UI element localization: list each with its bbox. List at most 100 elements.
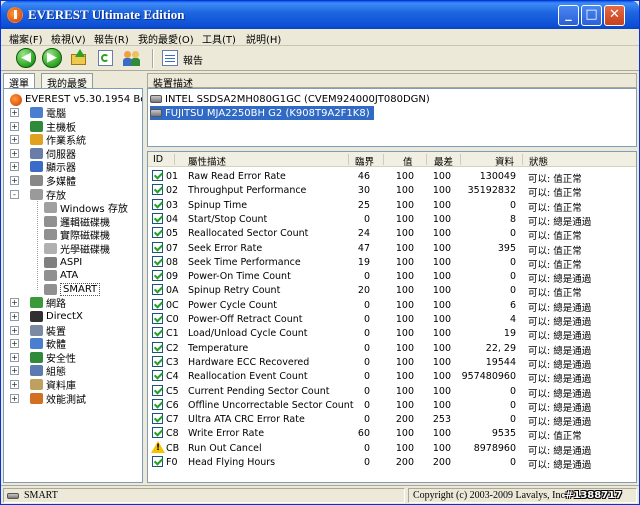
smart-attribute-table[interactable]: ID 屬性描述 臨界 值 最差 資料 狀態 01 Raw Read Error R… [147, 151, 637, 483]
tree-item[interactable]: + DirectX [10, 310, 83, 323]
expand-icon[interactable]: + [10, 135, 19, 145]
col-worst[interactable]: 最差 [434, 154, 453, 168]
tree-item[interactable]: ASPI [44, 256, 82, 269]
checkbox-icon[interactable] [152, 255, 163, 267]
collapse-icon[interactable]: - [10, 189, 19, 199]
expand-icon[interactable]: + [10, 393, 19, 403]
tree-item[interactable]: SMART [44, 282, 101, 296]
tab-favorites[interactable]: 我的最愛 [41, 73, 93, 90]
table-row[interactable]: C1 Load/Unload Cycle Count 0 100 100 19 可以: 總是… [148, 326, 636, 342]
tree-item[interactable]: + 顯示器 [10, 160, 76, 174]
maximize-button[interactable]: □ [581, 5, 602, 26]
checkbox-icon[interactable] [152, 270, 163, 282]
expand-icon[interactable]: + [10, 298, 19, 308]
checkbox-icon[interactable] [152, 398, 163, 410]
checkbox-icon[interactable] [152, 355, 163, 367]
users-icon[interactable] [122, 48, 142, 68]
minimize-button[interactable]: _ [558, 5, 579, 26]
checkbox-icon[interactable] [152, 298, 163, 310]
tree-item[interactable]: 邏輯磁碟機 [44, 215, 110, 229]
col-data[interactable]: 資料 [495, 154, 514, 168]
report-button-label[interactable]: 報告 [183, 52, 203, 67]
checkbox-icon[interactable] [152, 313, 163, 324]
checkbox-icon[interactable] [152, 327, 163, 339]
checkbox-icon[interactable] [152, 413, 163, 425]
expand-icon[interactable]: + [10, 339, 19, 349]
title-bar[interactable]: EVEREST Ultimate Edition _ □ ✕ [1, 1, 639, 29]
table-row[interactable]: C0 Power-Off Retract Count 0 100 100 4 可以: 總是通… [148, 312, 636, 328]
col-value[interactable]: 值 [403, 154, 413, 168]
tree-item[interactable]: + 作業系統 [10, 133, 86, 147]
menu-report[interactable]: 報告(R) [94, 31, 129, 46]
table-row[interactable]: C3 Hardware ECC Recovered 0 100 100 19544 可以: … [148, 355, 636, 371]
table-row[interactable]: 01 Raw Read Error Rate 46 100 100 130049 可以: 值… [148, 169, 636, 185]
tree-item[interactable]: + 組態 [10, 364, 66, 378]
table-row[interactable]: C8 Write Error Rate 60 100 100 9535 可以: 值正常 [148, 426, 636, 442]
tree-item[interactable]: + 安全性 [10, 351, 76, 365]
table-row[interactable]: 03 Spinup Time 25 100 100 0 可以: 值正常 [148, 198, 636, 214]
table-row[interactable]: 04 Start/Stop Count 0 100 100 8 可以: 總是通過 [148, 212, 636, 228]
report-icon[interactable] [162, 50, 178, 66]
table-row[interactable]: C5 Current Pending Sector Count 0 100 100 0 可以… [148, 384, 636, 400]
device-item-intel[interactable]: INTEL SSDSA2MH080G1GC (CVEM924000JT080DG… [150, 92, 430, 106]
checkbox-icon[interactable] [152, 427, 163, 439]
checkbox-icon[interactable] [152, 227, 163, 239]
expand-icon[interactable]: + [10, 366, 19, 376]
tree-item[interactable]: + 多媒體 [10, 174, 76, 188]
tree-item[interactable]: + 效能測試 [10, 392, 86, 406]
close-button[interactable]: ✕ [604, 5, 625, 26]
forward-arrow-icon[interactable]: ▶ [42, 48, 62, 68]
tree-item[interactable]: Windows 存放 [44, 201, 128, 215]
menu-help[interactable]: 説明(H) [246, 31, 281, 46]
checkbox-icon[interactable] [152, 184, 163, 196]
expand-icon[interactable]: + [10, 176, 19, 185]
menu-view[interactable]: 檢視(V) [51, 31, 86, 46]
col-attribute[interactable]: 屬性描述 [188, 154, 226, 168]
tree-item[interactable]: + 資料庫 [10, 378, 76, 392]
tree-item[interactable]: - 存放 [10, 188, 66, 202]
device-list-header[interactable]: 裝置描述 [147, 73, 637, 90]
menu-tools[interactable]: 工具(T) [202, 31, 236, 46]
checkbox-icon[interactable] [152, 198, 163, 210]
table-row[interactable]: 08 Seek Time Performance 19 100 100 0 可以: 值正常 [148, 255, 636, 271]
table-row[interactable]: F0 Head Flying Hours 0 200 200 0 可以: 總是通過 [148, 455, 636, 471]
expand-icon[interactable]: + [10, 148, 19, 158]
tree-item[interactable]: + 裝置 [10, 324, 66, 338]
tree-item[interactable]: + 網路 [10, 296, 66, 310]
expand-icon[interactable]: + [10, 380, 19, 389]
table-row[interactable]: 02 Throughput Performance 30 100 100 35192832… [148, 183, 636, 199]
table-row[interactable]: 05 Reallocated Sector Count 24 100 100 0 可以: 值… [148, 226, 636, 242]
tree-item[interactable]: ATA [44, 269, 78, 282]
tree-item[interactable]: 光學磁碟機 [44, 242, 110, 256]
back-arrow-icon[interactable]: ◀ [16, 48, 36, 68]
checkbox-icon[interactable] [152, 284, 163, 296]
tree-item[interactable]: + 伺服器 [10, 147, 76, 161]
tree-item[interactable]: 實際磁碟機 [44, 228, 110, 242]
checkbox-icon[interactable] [152, 384, 163, 396]
tree-item[interactable]: + 軟體 [10, 337, 66, 351]
table-row[interactable]: C2 Temperature 0 100 100 22, 29 可以: 總是通過 [148, 341, 636, 357]
checkbox-icon[interactable] [152, 212, 163, 224]
menu-favorites[interactable]: 我的最愛(O) [138, 31, 194, 46]
checkbox-icon[interactable] [152, 341, 163, 353]
col-threshold[interactable]: 臨界 [355, 154, 374, 168]
refresh-icon[interactable] [96, 48, 116, 68]
device-item-fujitsu[interactable]: FUJITSU MJA2250BH G2 (K908T9A2F1K8) [150, 106, 374, 120]
tree-item[interactable]: + 主機板 [10, 120, 76, 134]
expand-icon[interactable]: + [10, 121, 19, 131]
table-row[interactable]: CBRun Out Cancel01001008978960可以: 總是通過 [148, 440, 636, 457]
checkbox-icon[interactable] [152, 170, 163, 181]
expand-icon[interactable]: + [10, 312, 19, 321]
table-row[interactable]: 0C Power Cycle Count 0 100 100 6 可以: 總是通過 [148, 298, 636, 314]
up-folder-icon[interactable] [69, 48, 89, 68]
expand-icon[interactable]: + [10, 162, 19, 172]
col-id[interactable]: ID [153, 154, 163, 165]
table-row[interactable]: 07 Seek Error Rate 47 100 100 395 可以: 值正常 [148, 241, 636, 257]
table-row[interactable]: C4 Reallocation Event Count 0 100 100 9574809… [148, 369, 636, 385]
table-row[interactable]: 09 Power-On Time Count 0 100 100 0 可以: 總是通過 [148, 269, 636, 285]
col-status[interactable]: 狀態 [529, 154, 548, 168]
navigation-tree[interactable]: EVEREST v5.30.1954 Beta +電腦+主機板+作業系統+伺服器… [3, 88, 143, 483]
tab-menu[interactable]: 選單 [3, 73, 35, 90]
checkbox-icon[interactable] [152, 370, 163, 382]
menu-file[interactable]: 檔案(F) [9, 31, 43, 46]
